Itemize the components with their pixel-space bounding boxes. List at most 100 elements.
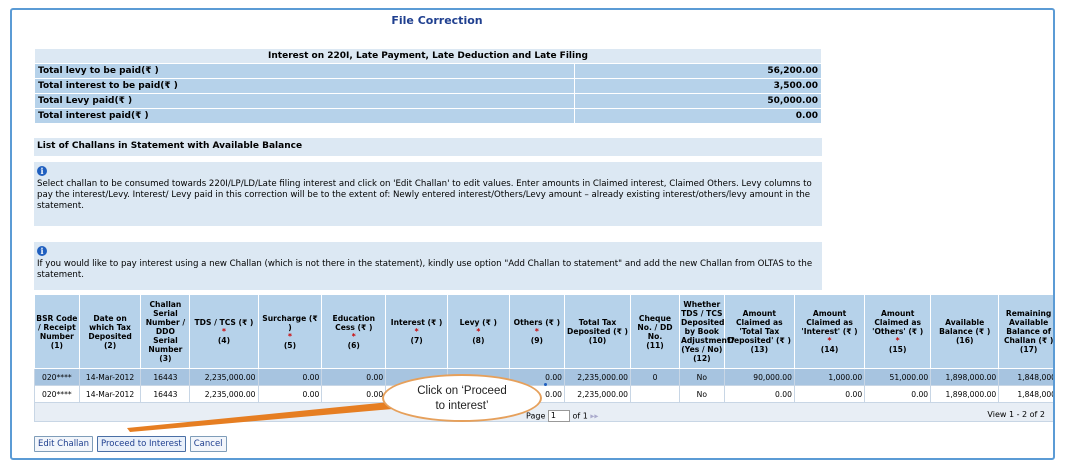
column-number: (13) [750, 345, 769, 354]
required-icon: * [476, 327, 481, 336]
grid-column-header[interactable]: Interest (₹ ) * (7) [385, 294, 448, 369]
info-text: Select challan to be consumed towards 22… [37, 179, 812, 211]
table-cell: 1,898,000.00 [930, 385, 1000, 403]
grid-column-header[interactable]: Education Cess (₹ ) * (6) [321, 294, 387, 369]
action-buttons: Edit Challan Proceed to Interest Cancel [34, 436, 227, 452]
grid-column-header[interactable]: TDS / TCS (₹ ) * (4) [189, 294, 259, 369]
column-label: BSR Code / Receipt Number [36, 313, 78, 341]
required-icon: * [221, 327, 226, 336]
levy-row-label: Total interest paid(₹ ) [34, 108, 575, 124]
table-cell: 51,000.00 [864, 368, 932, 386]
levy-row: Total interest paid(₹ ) 0.00 [34, 108, 822, 124]
info-icon: i [37, 166, 47, 176]
info-box-edit-challan: i Select challan to be consumed towards … [34, 162, 822, 226]
grid-column-header[interactable]: Cheque No. / DD No. (11) [630, 294, 680, 369]
table-cell: 2,235,000.00 [564, 368, 632, 386]
column-number: (6) [347, 340, 360, 350]
edit-challan-button[interactable]: Edit Challan [34, 436, 94, 452]
grid-column-header[interactable]: Amount Claimed as 'Total Tax Deposited' … [723, 294, 795, 369]
column-number: (11) [646, 340, 664, 350]
levy-row-value: 3,500.00 [574, 78, 822, 94]
required-icon: * [534, 327, 539, 336]
levy-row: Total interest to be paid(₹ ) 3,500.00 [34, 78, 822, 94]
table-cell: 2,235,000.00 [564, 385, 632, 403]
table-cell: 1,898,000.00 [930, 368, 1000, 386]
required-icon: * [414, 327, 419, 336]
table-cell: 0 [630, 368, 680, 386]
column-number: (7) [410, 336, 423, 345]
table-cell: No [678, 368, 725, 386]
callout-line-1: Click on ‘Proceed [417, 385, 507, 397]
pager-page-input[interactable]: 1 [547, 410, 570, 422]
grid-column-header[interactable]: Amount Claimed as 'Interest' (₹ ) * (14) [793, 294, 866, 369]
grid-column-header[interactable]: Whether TDS / TCS Deposited by Book Adju… [678, 294, 735, 369]
column-number: (16) [955, 336, 974, 345]
table-cell: 0.00 [723, 385, 795, 403]
column-number: (8) [472, 336, 485, 345]
instruction-callout: Click on ‘Proceed to interest’ [382, 374, 542, 422]
column-label: Surcharge (₹ ) [262, 313, 318, 332]
column-label: Available Balance (₹ ) [939, 318, 991, 336]
table-cell: 14-Mar-2012 [78, 385, 142, 403]
column-label: Total Tax Deposited (₹ ) [567, 318, 628, 336]
levy-summary-table: Interest on 220I, Late Payment, Late Ded… [34, 48, 822, 124]
grid-column-header[interactable]: Challan Serial Number / DDO Serial Numbe… [140, 294, 191, 369]
column-number: (10) [588, 336, 607, 345]
levy-row-label: Total interest to be paid(₹ ) [34, 78, 575, 94]
table-cell: 16443 [140, 385, 191, 403]
grid-column-header[interactable]: Levy (₹ ) * (8) [446, 294, 510, 369]
levy-row-value: 0.00 [574, 108, 822, 124]
table-cell: 0.00 [321, 368, 387, 386]
column-number: (2) [103, 340, 117, 350]
proceed-to-interest-button[interactable]: Proceed to Interest [97, 436, 186, 452]
grid-column-header[interactable]: Total Tax Deposited (₹ ) (10) [564, 294, 632, 369]
column-label: Others (₹ ) [513, 318, 561, 327]
column-label: Amount Claimed as 'Interest' (₹ ) [801, 309, 858, 336]
table-cell: 1,000.00 [793, 368, 866, 386]
pager-view-text: View 1 - 2 of 2 [987, 410, 1045, 419]
table-cell: 14-Mar-2012 [78, 368, 142, 386]
cancel-button[interactable]: Cancel [189, 436, 227, 452]
column-label: Amount Claimed as 'Others' (₹ ) [872, 309, 924, 336]
column-label: Interest (₹ ) [390, 318, 443, 327]
info-text: If you would like to pay interest using … [37, 259, 813, 280]
levy-row: Total Levy paid(₹ ) 50,000.00 [34, 93, 822, 109]
table-cell: 020**** [34, 368, 80, 386]
grid-column-header[interactable]: Amount Claimed as 'Others' (₹ ) * (15) [864, 294, 932, 369]
info-box-add-challan: i If you would like to pay interest usin… [34, 242, 822, 290]
required-icon: * [351, 331, 356, 341]
column-label: Levy (₹ ) [459, 318, 498, 327]
page-title: File Correction [391, 14, 483, 27]
grid-column-header[interactable]: Remaining Available Balance of Challan (… [998, 294, 1053, 369]
pager-of-label: of 1 [572, 411, 588, 421]
table-cell: 0.00 [864, 385, 932, 403]
table-cell: 0.00 [793, 385, 866, 403]
grid-column-header[interactable]: Others (₹ ) * (9) [508, 294, 566, 369]
column-number: (12) [693, 354, 711, 363]
file-correction-panel: File Correction Interest on 220I, Late P… [10, 8, 1055, 460]
table-cell: 0.00 [257, 368, 323, 386]
column-number: (3) [159, 354, 172, 363]
challan-list-header: List of Challans in Statement with Avail… [34, 138, 822, 156]
table-row[interactable]: 020**** 14-Mar-2012 16443 2,235,000.00 0.00 0… [34, 385, 1053, 403]
table-cell: 0.00 [321, 385, 387, 403]
levy-row: Total levy to be paid(₹ ) 56,200.00 [34, 63, 822, 79]
levy-row-value: 50,000.00 [574, 93, 822, 109]
levy-row-label: Total levy to be paid(₹ ) [34, 63, 575, 79]
table-cell: No [678, 385, 725, 403]
column-label: Cheque No. / DD No. [637, 313, 673, 341]
grid-column-header[interactable]: Date on which Tax Deposited (2) [78, 294, 142, 369]
column-label: Education Cess (₹ ) [332, 313, 376, 332]
grid-column-header[interactable]: BSR Code / Receipt Number (1) [34, 294, 80, 369]
table-cell: 1,848,000 [998, 385, 1053, 403]
grid-column-header[interactable]: Surcharge (₹ ) * (5) [257, 294, 323, 369]
required-icon: * [895, 336, 900, 345]
grid-column-header[interactable]: Available Balance (₹ ) (16) [930, 294, 1000, 369]
grid-header-row: BSR Code / Receipt Number (1) Date on whic… [34, 294, 1053, 369]
levy-row-value: 56,200.00 [574, 63, 822, 79]
levy-row-label: Total Levy paid(₹ ) [34, 93, 575, 109]
pager-next-icon[interactable]: ▸▸ [590, 412, 598, 421]
column-label: Whether TDS / TCS Deposited by Book Adju… [680, 300, 735, 354]
table-cell: 16443 [140, 368, 191, 386]
column-number: (5) [283, 340, 297, 350]
